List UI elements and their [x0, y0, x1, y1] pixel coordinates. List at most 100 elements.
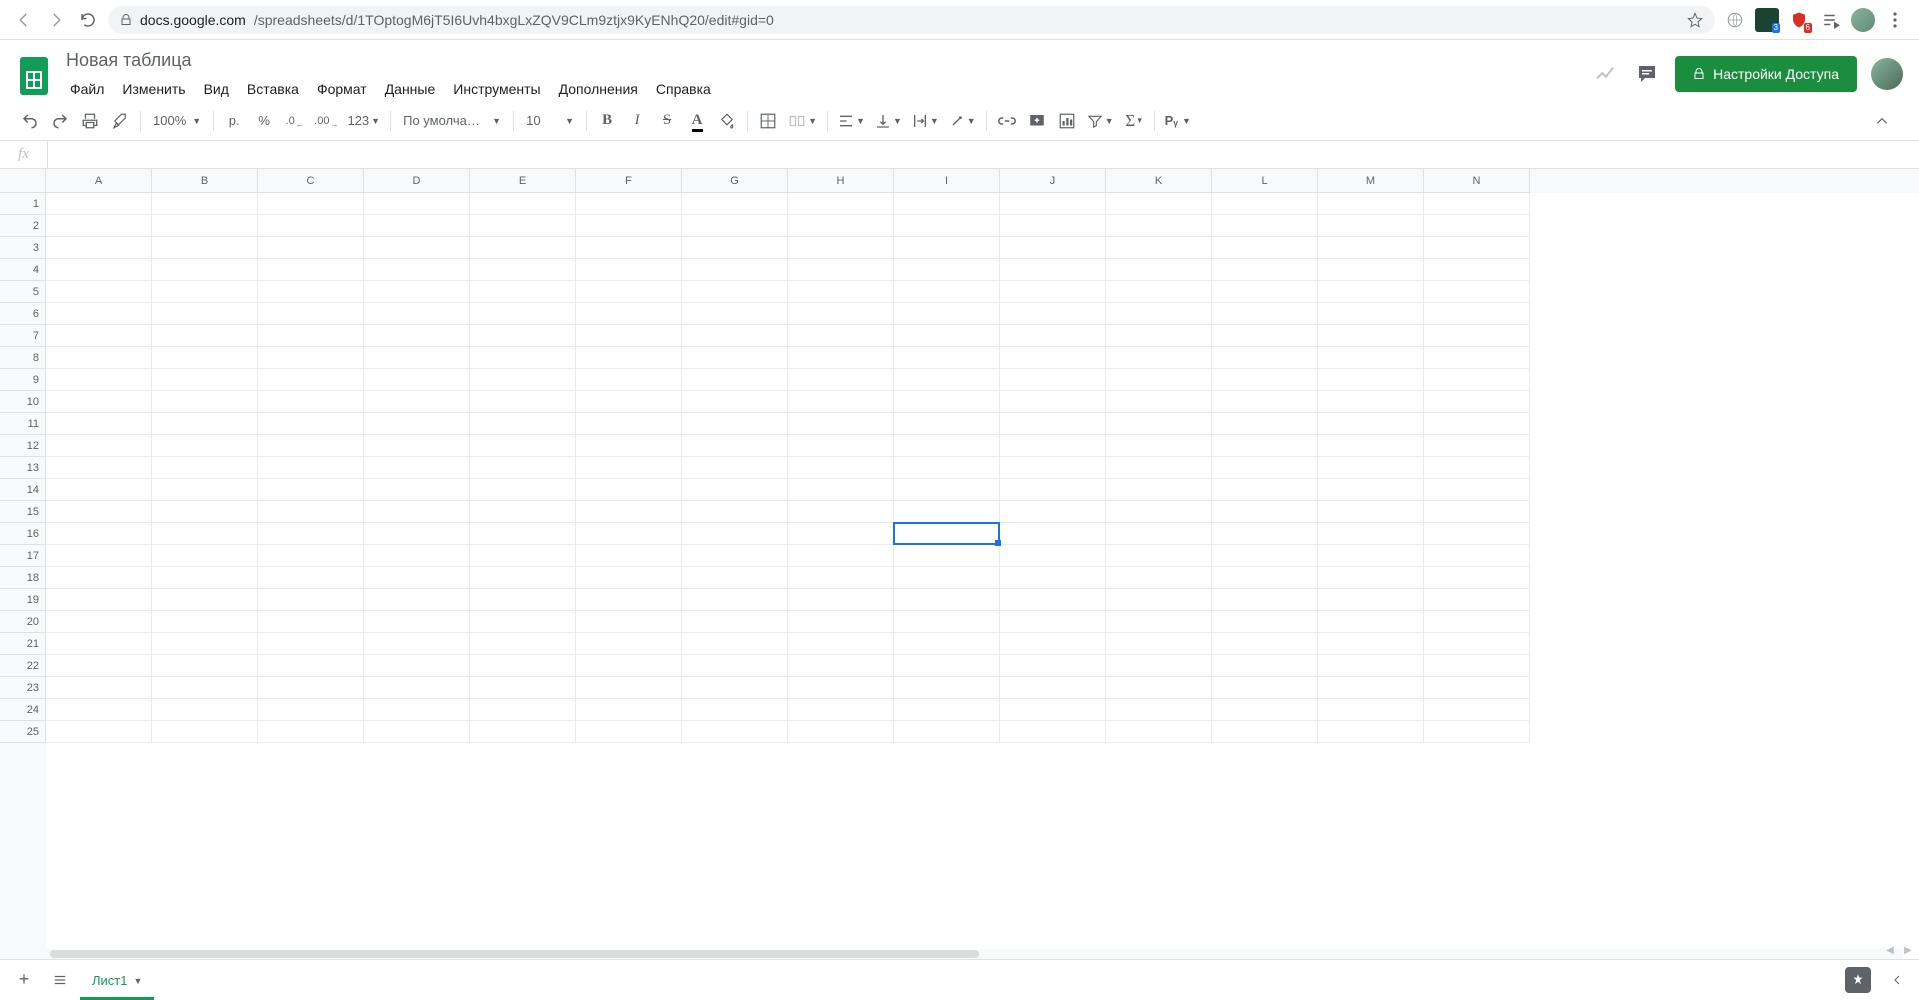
functions-button[interactable]: Σ▾ [1120, 107, 1148, 135]
side-panel-toggle[interactable] [1883, 966, 1911, 994]
cell[interactable] [576, 193, 682, 215]
cell[interactable] [152, 611, 258, 633]
cell[interactable] [576, 479, 682, 501]
cell[interactable] [682, 501, 788, 523]
shield-extension-icon[interactable]: 6 [1787, 8, 1811, 32]
fill-color-button[interactable] [713, 107, 741, 135]
cell[interactable] [894, 391, 1000, 413]
cell[interactable] [470, 677, 576, 699]
cell[interactable] [258, 281, 364, 303]
cell[interactable] [152, 435, 258, 457]
cell[interactable] [1106, 589, 1212, 611]
cell[interactable] [894, 633, 1000, 655]
text-rotation-button[interactable]: ▼ [945, 107, 980, 135]
cell[interactable] [364, 655, 470, 677]
row-header-19[interactable]: 19 [0, 589, 46, 611]
cell[interactable] [788, 523, 894, 545]
row-header-18[interactable]: 18 [0, 567, 46, 589]
cell[interactable] [152, 281, 258, 303]
cell[interactable] [1000, 545, 1106, 567]
cell[interactable] [1212, 545, 1318, 567]
cell[interactable] [46, 523, 152, 545]
cell[interactable] [46, 655, 152, 677]
filter-button[interactable]: ▼ [1083, 107, 1118, 135]
row-header-11[interactable]: 11 [0, 413, 46, 435]
cell[interactable] [258, 303, 364, 325]
italic-button[interactable]: I [623, 107, 651, 135]
cell[interactable] [364, 479, 470, 501]
menu-format[interactable]: Формат [309, 77, 375, 101]
cell[interactable] [1212, 281, 1318, 303]
cell[interactable] [46, 281, 152, 303]
menu-view[interactable]: Вид [196, 77, 237, 101]
cell[interactable] [894, 193, 1000, 215]
insert-chart-button[interactable] [1053, 107, 1081, 135]
cell[interactable] [1106, 369, 1212, 391]
cell[interactable] [1106, 259, 1212, 281]
column-header-H[interactable]: H [788, 169, 894, 193]
cell[interactable] [576, 677, 682, 699]
reload-button[interactable] [76, 8, 100, 32]
cell[interactable] [1318, 325, 1424, 347]
cell[interactable] [258, 611, 364, 633]
cell[interactable] [1424, 567, 1530, 589]
cell[interactable] [46, 303, 152, 325]
cell[interactable] [788, 347, 894, 369]
cell[interactable] [1000, 523, 1106, 545]
cell[interactable] [46, 457, 152, 479]
borders-button[interactable] [754, 107, 782, 135]
cell[interactable] [788, 721, 894, 743]
cell[interactable] [1318, 479, 1424, 501]
cell[interactable] [258, 435, 364, 457]
cell[interactable] [894, 303, 1000, 325]
cell[interactable] [1106, 435, 1212, 457]
cell[interactable] [470, 325, 576, 347]
row-header-13[interactable]: 13 [0, 457, 46, 479]
cell[interactable] [1106, 457, 1212, 479]
cell[interactable] [364, 545, 470, 567]
increase-decimal-button[interactable]: .00→ [310, 107, 341, 135]
cell[interactable] [1212, 567, 1318, 589]
playlist-extension-icon[interactable] [1819, 8, 1843, 32]
column-header-E[interactable]: E [470, 169, 576, 193]
cell[interactable] [1106, 215, 1212, 237]
cell[interactable] [152, 589, 258, 611]
cell[interactable] [1318, 501, 1424, 523]
cell[interactable] [258, 347, 364, 369]
cell[interactable] [576, 215, 682, 237]
cell[interactable] [1106, 281, 1212, 303]
cell[interactable] [46, 677, 152, 699]
cell[interactable] [46, 611, 152, 633]
row-header-9[interactable]: 9 [0, 369, 46, 391]
cell[interactable] [894, 347, 1000, 369]
cell[interactable] [788, 633, 894, 655]
cell[interactable] [46, 193, 152, 215]
cell[interactable] [788, 215, 894, 237]
row-header-6[interactable]: 6 [0, 303, 46, 325]
cell[interactable] [682, 259, 788, 281]
horizontal-align-button[interactable]: ▼ [834, 107, 869, 135]
cell[interactable] [46, 237, 152, 259]
cell[interactable] [576, 457, 682, 479]
cell[interactable] [788, 391, 894, 413]
cell[interactable] [1212, 501, 1318, 523]
cell[interactable] [788, 259, 894, 281]
cell[interactable] [1424, 633, 1530, 655]
cell[interactable] [1318, 303, 1424, 325]
cell[interactable] [1000, 457, 1106, 479]
explore-button[interactable] [1845, 967, 1871, 993]
cell[interactable] [258, 369, 364, 391]
cell[interactable] [364, 457, 470, 479]
cell[interactable] [258, 413, 364, 435]
cell[interactable] [1106, 721, 1212, 743]
row-header-8[interactable]: 8 [0, 347, 46, 369]
cell[interactable] [1106, 193, 1212, 215]
insert-link-button[interactable] [993, 107, 1021, 135]
cell[interactable] [1106, 237, 1212, 259]
cell[interactable] [470, 237, 576, 259]
cell[interactable] [788, 545, 894, 567]
cell[interactable] [1424, 589, 1530, 611]
cell[interactable] [576, 435, 682, 457]
cell[interactable] [470, 721, 576, 743]
cell[interactable] [152, 479, 258, 501]
